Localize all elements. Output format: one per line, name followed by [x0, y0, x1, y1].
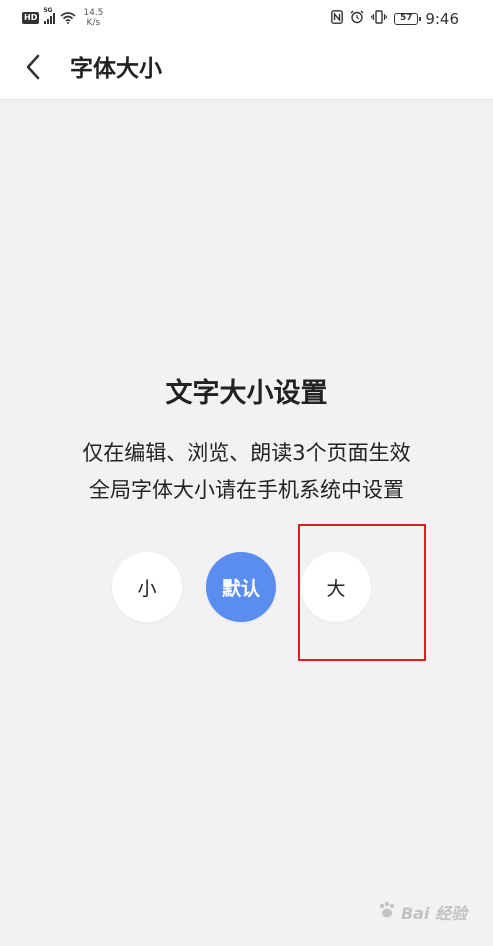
network-speed: 14.5 K/s — [83, 8, 103, 28]
status-bar: HD 5G 14.5 K/s 57 9:46 — [0, 0, 493, 40]
clock: 9:46 — [425, 9, 459, 28]
page-title: 字体大小 — [70, 56, 162, 82]
description-line-1: 仅在编辑、浏览、朗读3个页面生效 — [82, 441, 411, 465]
battery-icon: 57 — [394, 12, 422, 25]
navigation-bar: 字体大小 — [0, 40, 493, 100]
watermark-text: Bai 经验 — [400, 904, 467, 923]
chevron-left-icon — [25, 54, 41, 84]
hd-icon: HD — [22, 12, 40, 24]
settings-heading: 文字大小设置 — [165, 378, 328, 409]
font-size-large-button[interactable]: 大 — [301, 552, 371, 622]
back-button[interactable] — [18, 54, 48, 84]
wifi-icon — [60, 9, 76, 28]
description-line-2: 全局字体大小请在手机系统中设置 — [89, 478, 404, 502]
nfc-icon — [331, 9, 344, 28]
font-size-default-button[interactable]: 默认 — [206, 552, 276, 622]
speed-unit: K/s — [86, 18, 101, 28]
baidu-paw-icon — [377, 900, 397, 924]
status-right: 57 9:46 — [331, 9, 459, 28]
signal-icon: 5G — [43, 7, 56, 24]
status-left: HD 5G 14.5 K/s — [22, 7, 103, 28]
alarm-icon — [350, 9, 364, 28]
vibrate-icon — [371, 9, 388, 28]
watermark: Bai 经验 — [377, 900, 467, 924]
speed-value: 14.5 — [83, 8, 104, 18]
network-type: 5G — [43, 7, 53, 14]
font-size-small-button[interactable]: 小 — [112, 552, 182, 622]
